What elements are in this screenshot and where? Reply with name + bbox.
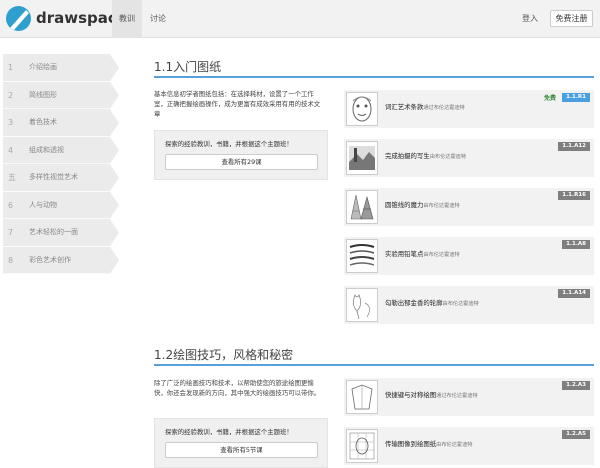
sidebar-item[interactable]: 2 简线图形 — [3, 81, 119, 109]
sidebar-item-label: 艺术轻松的一面 — [29, 228, 78, 236]
sidebar-item-label: 着色技术 — [29, 118, 57, 126]
sidebar: 1 介绍绘画 2 简线图形 3 着色技术 4 组成和透视 五多样性视觉艺术 6 人与动物 … — [3, 54, 119, 274]
view-all-button[interactable]: 查看所有5节课 — [165, 442, 318, 458]
face-sketch-icon — [346, 92, 378, 126]
lesson-card[interactable]: 快捷键与对称绘图通过布伦达霍迪特 1.2.A3 — [344, 378, 594, 416]
lesson-title-text: 实验用铅笔点 — [385, 250, 424, 258]
sidebar-item-label: 多样性视觉艺术 — [29, 173, 78, 181]
lesson-title: 传输图像到绘图纸由布伦达霍迪特 — [385, 439, 472, 448]
sidebar-item[interactable]: 4 组成和透视 — [3, 136, 119, 164]
sidebar-item-number: 7 — [8, 228, 14, 237]
section-title: 1.1入门图纸 — [154, 60, 222, 74]
lesson-code-badge: 1.1.R16 — [558, 191, 590, 200]
pencil-strokes-icon — [346, 239, 378, 273]
lesson-title: 圆锥线的魔力由布伦达霍迪特 — [385, 200, 460, 209]
lesson-author: 通过布伦达霍迪特 — [423, 105, 465, 111]
lesson-title: 快捷键与对称绘图通过布伦达霍迪特 — [385, 390, 478, 399]
sidebar-item[interactable]: 6 人与动物 — [3, 191, 119, 219]
lesson-card[interactable]: 完成拍摄的写生由布伦达霍迪特 1.1.A12 — [344, 139, 594, 177]
lesson-title: 词汇艺术条款通过布伦达霍迪特 — [385, 102, 465, 111]
sidebar-item-label: 彩色艺术创作 — [29, 255, 71, 264]
lesson-code-badge: 1.2.A5 — [562, 430, 590, 439]
lesson-title-text: 勾勒出郁金香的轮廓 — [385, 299, 443, 307]
lesson-title-text: 完成拍摄的写生 — [385, 152, 430, 160]
explore-text: 探索的经验教训，书籍，并根据这个主题班！ — [165, 140, 293, 148]
lesson-card[interactable]: 词汇艺术条款通过布伦达霍迪特 免费 1.1.R1 — [344, 90, 594, 128]
signup-button[interactable]: 免费注册 — [550, 10, 593, 27]
section-divider — [154, 364, 594, 366]
sidebar-item-label: 人与动物 — [29, 200, 57, 209]
lesson-code-badge: 1.1.A8 — [562, 240, 590, 249]
tulip-icon — [346, 288, 378, 322]
explore-text: 探索的经验教训，书籍，并根据这个主题班！ — [165, 428, 293, 436]
lesson-author: 由布伦达霍迪特 — [429, 154, 467, 160]
view-all-button[interactable]: 查看所有29课 — [165, 154, 318, 170]
lesson-title-text: 圆锥线的魔力 — [385, 201, 424, 209]
lesson-author: 由布伦达霍迪特 — [442, 301, 479, 307]
lesson-code-badge: 1.1.A14 — [558, 289, 590, 298]
sidebar-item[interactable]: 8 彩色艺术创作 — [3, 246, 119, 274]
landscape-sketch-icon — [346, 141, 378, 175]
tab-discuss[interactable]: 讨论 — [145, 0, 171, 37]
lesson-title-text: 词汇艺术条款 — [385, 103, 424, 111]
section-intro: 基本信息初学者图纸包括：在选择耗材，设置了一个工作室，正确把握绘画操作，成为更富… — [154, 90, 321, 118]
sidebar-item-number: 6 — [8, 200, 14, 210]
sidebar-item-label: 介绍绘画 — [29, 63, 57, 71]
section-intro: 除了广泛的绘画技巧和技术，以帮助使您的旅途绘图更愉快，你还会发现新的方向，其中强… — [154, 379, 321, 397]
lesson-title: 完成拍摄的写生由布伦达霍迪特 — [385, 151, 466, 160]
lesson-author: 通过布伦达霍迪特 — [436, 393, 478, 399]
explore-box: 探索的经验教训，书籍，并根据这个主题班！ 查看所有5节课 — [154, 418, 328, 468]
free-label: 免费 — [543, 95, 556, 102]
portrait-grid-icon — [346, 429, 378, 463]
sidebar-item-number: 3 — [8, 118, 14, 127]
sidebar-item-number: 8 — [8, 255, 14, 265]
sidebar-item-label: 组成和透视 — [29, 145, 64, 154]
sidebar-item-number: 2 — [8, 90, 14, 100]
sidebar-item[interactable]: 3 着色技术 — [3, 109, 119, 137]
lesson-code-badge: 1.2.A3 — [562, 381, 590, 390]
sidebar-item-number: 4 — [8, 145, 14, 155]
explore-box: 探索的经验教训，书籍，并根据这个主题班！ 查看所有29课 — [154, 130, 328, 180]
lesson-title: 勾勒出郁金香的轮廓由布伦达霍迪特 — [385, 298, 479, 307]
section-title: 1.2绘图技巧，风格和秘密 — [154, 348, 294, 362]
top-bar: drawspace 教训 讨论 登入 免费注册 — [0, 0, 600, 38]
lesson-title-text: 传输图像到绘图纸 — [385, 440, 437, 448]
sidebar-item[interactable]: 1 介绍绘画 — [3, 54, 119, 82]
lesson-title-text: 快捷键与对称绘图 — [385, 391, 437, 399]
logo-icon[interactable] — [6, 6, 31, 31]
sidebar-item[interactable]: 7 艺术轻松的一面 — [3, 219, 119, 247]
sidebar-item-number: 五 — [8, 173, 16, 182]
lesson-author: 由布伦达霍迪特 — [423, 203, 460, 209]
lesson-code-badge: 1.1.A12 — [558, 142, 590, 151]
section-divider — [154, 76, 594, 78]
cone-lines-icon — [346, 190, 378, 224]
lesson-card[interactable]: 传输图像到绘图纸由布伦达霍迪特 1.2.A5 — [344, 427, 594, 465]
tab-lessons[interactable]: 教训 — [112, 0, 142, 37]
lesson-author: 由布伦达霍迪特 — [423, 252, 460, 258]
lesson-card[interactable]: 圆锥线的魔力由布伦达霍迪特 1.1.R16 — [344, 188, 594, 226]
sidebar-item-label: 简线图形 — [29, 90, 57, 99]
sidebar-item-number: 1 — [8, 63, 14, 72]
lesson-card[interactable]: 实验用铅笔点由布伦达霍迪特 1.1.A8 — [344, 237, 594, 275]
lesson-title: 实验用铅笔点由布伦达霍迪特 — [385, 249, 460, 258]
lesson-card[interactable]: 勾勒出郁金香的轮廓由布伦达霍迪特 1.1.A14 — [344, 286, 594, 324]
login-link[interactable]: 登入 — [522, 0, 538, 37]
lesson-code-badge: 1.1.R1 — [562, 93, 590, 102]
symmetry-icon — [346, 380, 378, 414]
lesson-author: 由布伦达霍迪特 — [436, 442, 473, 448]
sidebar-item[interactable]: 五 多样性视觉艺术 — [3, 164, 119, 192]
